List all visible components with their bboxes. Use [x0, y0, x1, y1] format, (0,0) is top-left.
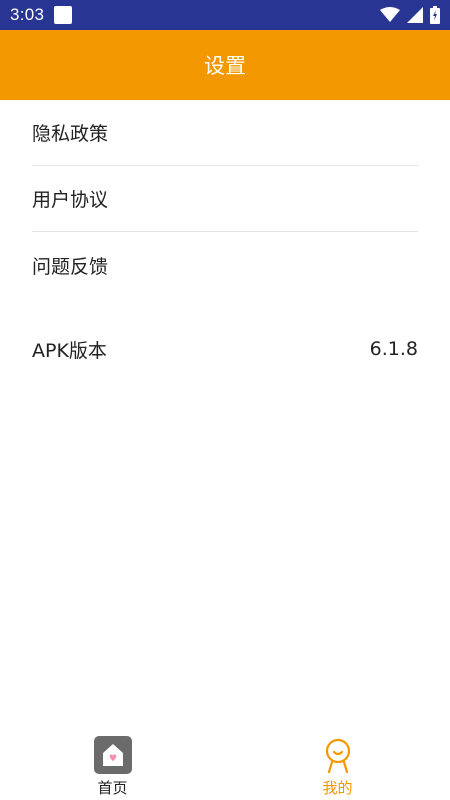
settings-menu: 隐私政策 用户协议 问题反馈 — [32, 100, 418, 298]
home-icon — [93, 736, 132, 774]
status-time: 3:03 — [10, 5, 45, 24]
tab-label: 我的 — [322, 779, 353, 797]
menu-item-privacy-policy[interactable]: 隐私政策 — [32, 100, 418, 166]
person-icon — [325, 738, 350, 774]
version-value: 6.1.8 — [369, 338, 418, 360]
battery-icon — [430, 6, 440, 24]
menu-item-feedback[interactable]: 问题反馈 — [32, 232, 418, 298]
tab-home[interactable]: 首页 — [0, 730, 225, 800]
app-bar: 设置 — [0, 30, 450, 100]
menu-item-label: 隐私政策 — [32, 123, 109, 145]
wifi-icon — [380, 7, 400, 22]
page-title: 设置 — [204, 54, 246, 78]
bottom-nav: 首页 我的 — [0, 730, 450, 800]
menu-item-user-agreement[interactable]: 用户协议 — [32, 166, 418, 232]
status-bar: 3:03 — [0, 0, 450, 30]
version-row: APK版本 6.1.8 — [32, 316, 418, 382]
menu-item-label: 用户协议 — [32, 189, 109, 211]
notification-icon — [54, 6, 73, 24]
status-icons — [380, 6, 440, 24]
signal-icon — [407, 7, 423, 23]
tab-label: 首页 — [97, 779, 128, 797]
menu-item-label: 问题反馈 — [32, 255, 109, 278]
tab-mine[interactable]: 我的 — [225, 730, 450, 800]
version-label: APK版本 — [32, 339, 107, 362]
